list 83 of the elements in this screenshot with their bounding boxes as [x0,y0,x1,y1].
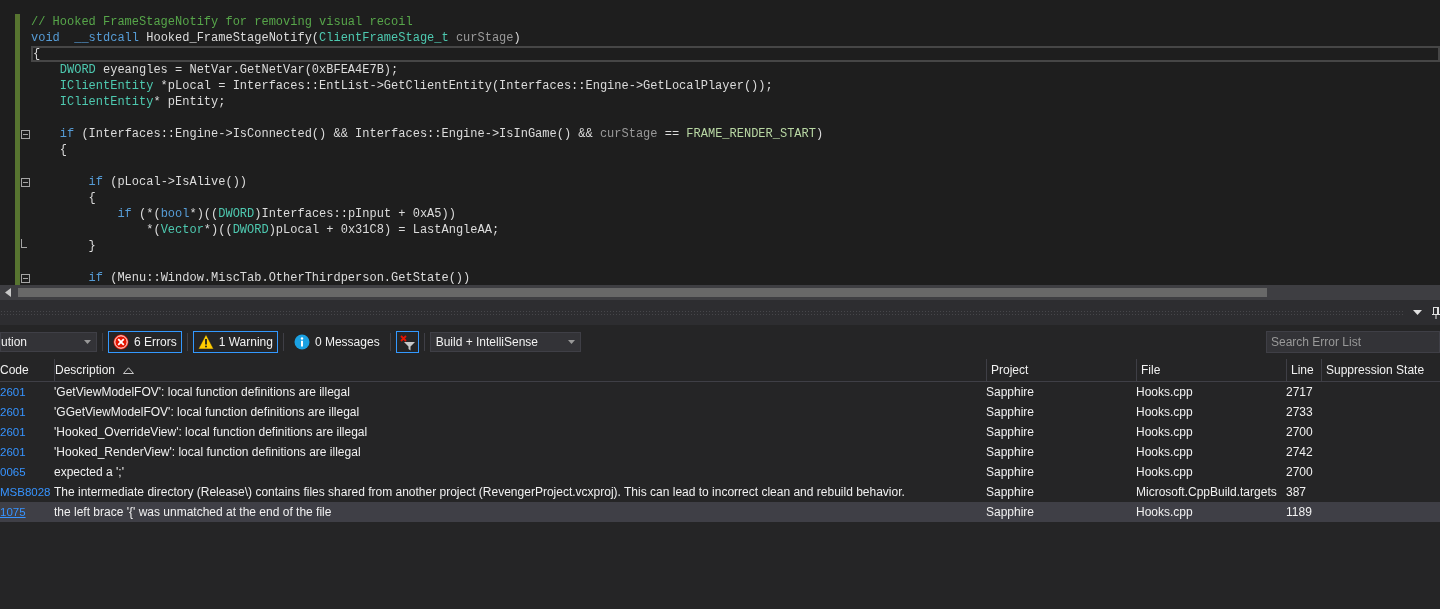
code-line: IClientEntity *pLocal = Interfaces::EntList->GetClientEntity(Interfaces::Engine->GetLocalPlayer()); [58,79,773,93]
error-code-link[interactable]: 0065 [0,466,26,478]
error-row[interactable]: 2601 'GGetViewModelFOV': local function definitions are illegal Sapphire Hooks.cpp 2733 [0,402,1440,422]
error-code-link[interactable]: 2601 [0,406,26,418]
line-number: 387 [1286,485,1307,499]
line-number: 2742 [1286,445,1313,459]
project-name: Sapphire [986,405,1035,419]
project-name: Sapphire [986,485,1035,499]
collapse-icon[interactable] [21,129,30,139]
column-header[interactable]: Line [1286,359,1321,381]
source-dropdown[interactable]: Build + IntelliSense [429,332,581,352]
error-row[interactable]: 2601 'Hooked_RenderView': local function definitions are illegal Sapphire Hooks.cpp 2742 [0,442,1440,462]
collapse-icon[interactable] [21,177,30,187]
error-code-link[interactable]: MSB8028 [0,486,51,498]
column-header[interactable]: Suppression State [1321,359,1440,381]
error-code-link[interactable]: 2601 [0,426,26,438]
project-name: Sapphire [986,445,1035,459]
code-line: if (*(bool*)((DWORD)Interfaces::pInput + 0xA5)) [116,207,456,221]
line-number: 2700 [1286,425,1313,439]
pin-icon[interactable] [1432,306,1440,319]
warning-icon [197,334,214,350]
sort-up-icon [123,366,135,374]
info-icon [293,334,310,350]
project-name: Sapphire [986,465,1035,479]
project-name: Sapphire [986,505,1035,519]
file-name: Hooks.cpp [1136,385,1193,399]
dropdown-value: ution [1,335,28,349]
line-number: 1189 [1286,505,1312,519]
filter-button[interactable]: 0 Messages [288,331,385,353]
code-line: IClientEntity* pEntity; [58,95,226,109]
caret-icon [84,340,91,344]
description-text: the left brace '{' was unmatched at the end of the file [54,505,332,519]
filter-icon [398,333,416,351]
file-name: Hooks.cpp [1136,425,1193,439]
project-name: Sapphire [986,385,1035,399]
column-header[interactable]: Code [0,359,54,381]
scrollbar-thumb[interactable] [18,288,1267,297]
code-line: *(Vector*)((DWORD)pLocal + 0x31C8) = LastAngleAA; [145,223,500,237]
line-number: 2733 [1286,405,1313,419]
filter-button[interactable]: 1 Warning [192,331,278,353]
description-text: 'GetViewModelFOV': local function definitions are illegal [54,385,350,399]
code-line: } [87,239,96,253]
filter-button[interactable]: 6 Errors [108,331,182,353]
project-name: Sapphire [986,425,1035,439]
search-field[interactable]: Search Error List [1266,331,1440,353]
code-line: DWORD eyeangles = NetVar.GetNetVar(0xBFEA4E7B); [58,63,399,77]
column-header[interactable]: File [1136,359,1286,381]
error-row[interactable]: 2601 'GetViewModelFOV': local function definitions are illegal Sapphire Hooks.cpp 2717 [0,382,1440,402]
code-line: // Hooked FrameStageNotify for removing visual recoil [31,15,413,29]
code-line: if (Menu::Window.MiscTab.OtherThirdperson.GetState()) [87,271,471,285]
file-name: Hooks.cpp [1136,465,1193,479]
column-header[interactable]: Project [986,359,1136,381]
file-name: Hooks.cpp [1136,445,1193,459]
file-name: Hooks.cpp [1136,405,1193,419]
description-text: The intermediate directory (Release\) contains files shared from another project (RevengerProject.vcxproj). This can lead to incorrect clean and rebuild behavior. [54,485,905,499]
scope-dropdown[interactable]: ution [0,332,97,352]
description-text: expected a ';' [54,465,124,479]
line-number: 2717 [1286,385,1313,399]
error-icon [113,334,129,350]
file-name: Microsoft.CppBuild.targets [1136,485,1277,499]
error-code-link[interactable]: 2601 [0,446,26,458]
line-number: 2700 [1286,465,1313,479]
description-text: 'Hooked_OverrideView': local function definitions are illegal [54,425,368,439]
error-row[interactable]: 1075 the left brace '{' was unmatched at the end of the file Sapphire Hooks.cpp 1189 [0,502,1440,522]
collapse-icon[interactable] [21,273,30,283]
clear-filter-button[interactable] [395,331,419,353]
column-header[interactable]: Description [54,359,986,381]
error-row[interactable]: 2601 'Hooked_OverrideView': local function definitions are illegal Sapphire Hooks.cpp 2700 [0,422,1440,442]
dropdown-value: Build + IntelliSense [435,335,539,349]
description-text: 'GGetViewModelFOV': local function definitions are illegal [54,405,360,419]
code-line: if (pLocal->IsAlive()) [87,175,248,189]
description-text: 'Hooked_RenderView': local function definitions are illegal [54,445,361,459]
error-code-link[interactable]: 2601 [0,386,26,398]
code-line: { [33,47,41,61]
code-line: { [87,191,96,205]
file-name: Hooks.cpp [1136,505,1193,519]
code-line: { [58,143,67,157]
dropdown-icon[interactable] [1413,310,1422,315]
caret-icon [567,340,575,344]
code-line: void __stdcall Hooked_FrameStageNotify(ClientFrameStage_t curStage) [31,31,521,45]
scroll-left-icon[interactable] [5,288,11,297]
error-row[interactable]: 0065 expected a ';' Sapphire Hooks.cpp 2700 [0,462,1440,482]
code-line: if (Interfaces::Engine->IsConnected() && Interfaces::Engine->IsInGame() && curStage == FRAME_RENDER_START) [58,127,824,141]
